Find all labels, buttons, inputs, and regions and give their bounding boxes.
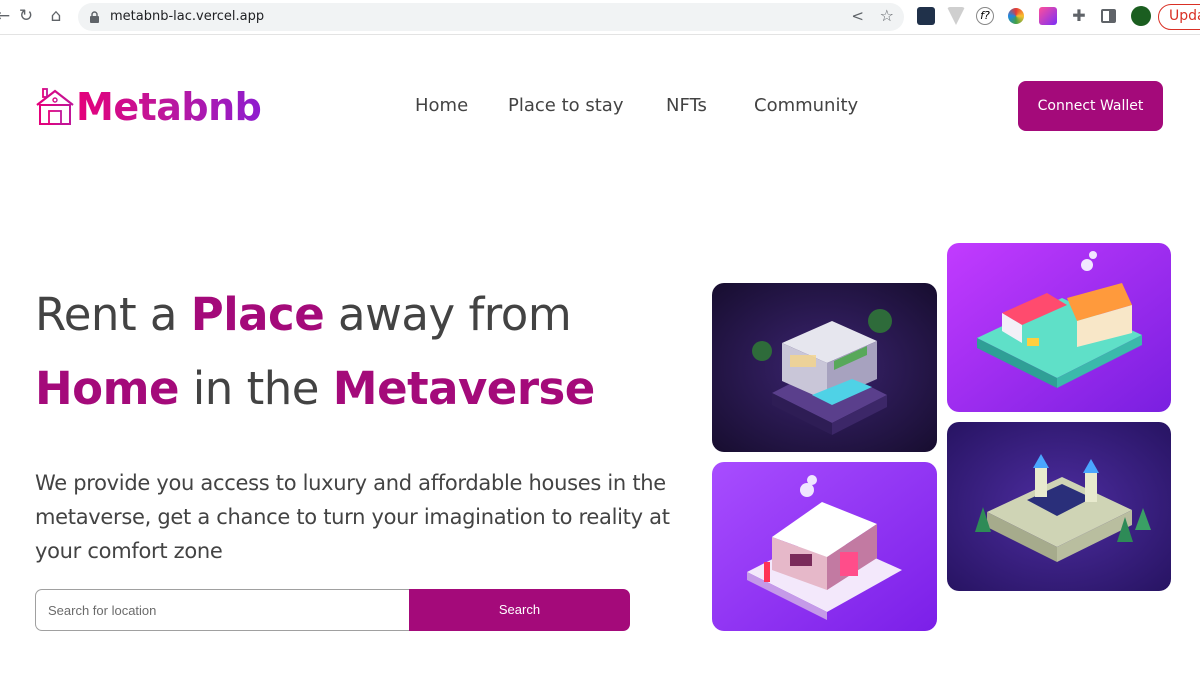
browser-toolbar: ← ↻ ⌂ metabnb-lac.vercel.app < ☆ f? ✚ Up… — [0, 0, 1200, 35]
side-panel-icon[interactable] — [1101, 9, 1116, 23]
headline-accent-home: Home — [35, 362, 180, 415]
url-text: metabnb-lac.vercel.app — [110, 9, 265, 24]
reload-icon[interactable]: ↻ — [15, 5, 37, 27]
profile-avatar[interactable] — [1131, 6, 1151, 26]
headline-text: away from — [324, 288, 572, 341]
house-logo-icon — [36, 88, 74, 126]
hero-subtitle: We provide you access to luxury and affo… — [35, 471, 670, 563]
address-bar[interactable]: metabnb-lac.vercel.app < ☆ — [78, 3, 904, 31]
nav-home[interactable]: Home — [415, 95, 468, 119]
search-form: Search — [35, 589, 630, 631]
castle-image — [947, 422, 1171, 591]
logo[interactable]: Metabnb — [35, 84, 262, 130]
connect-wallet-button[interactable]: Connect Wallet — [1018, 81, 1163, 131]
home-icon[interactable]: ⌂ — [45, 5, 67, 27]
market-stalls-image — [947, 243, 1171, 412]
back-arrow-icon[interactable]: ← — [0, 5, 14, 27]
extensions-puzzle-icon[interactable]: ✚ — [1070, 7, 1088, 25]
snow-cottage-image — [712, 462, 937, 631]
headline-accent-place: Place — [190, 288, 325, 341]
headline-text: Rent a — [35, 288, 191, 341]
share-icon[interactable]: < — [851, 7, 864, 25]
color-picker-icon[interactable] — [1008, 8, 1024, 24]
headline-line-1: Rent a Place away from — [35, 288, 572, 341]
lock-icon — [90, 11, 99, 23]
nav-community[interactable]: Community — [754, 95, 858, 119]
nav-nfts[interactable]: NFTs — [666, 95, 707, 119]
nav-place-to-stay[interactable]: Place to stay — [508, 95, 624, 119]
logo-text: Metabnb — [76, 85, 262, 129]
search-button[interactable]: Search — [409, 589, 630, 631]
browser-update-button[interactable]: Upda — [1158, 4, 1200, 30]
location-search-input[interactable] — [35, 589, 409, 631]
react-devtools-icon[interactable] — [917, 7, 935, 25]
vue-devtools-icon[interactable] — [947, 7, 965, 25]
bookmark-star-icon[interactable]: ☆ — [880, 6, 894, 25]
figma-ext-icon[interactable] — [1039, 7, 1057, 25]
villa-image — [712, 283, 937, 452]
headline-line-2: Home in the Metaverse — [35, 362, 595, 415]
font-finder-icon[interactable]: f? — [976, 7, 994, 25]
headline-text: in the — [179, 362, 333, 415]
headline-accent-metaverse: Metaverse — [332, 362, 596, 415]
